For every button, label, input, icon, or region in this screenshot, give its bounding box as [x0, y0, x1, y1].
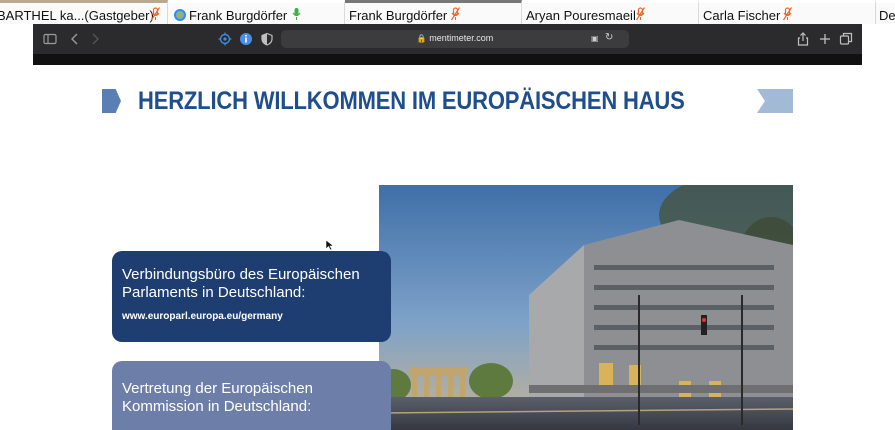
- participant-name: BARTHEL ka...(Gastgeber): [0, 8, 154, 23]
- browser-toolbar: 🔒 mentimeter.com ▣ ↻: [33, 24, 862, 54]
- info-card-title: Verbindungsbüro des Europäischen Parlame…: [122, 266, 360, 301]
- page-top-band: [33, 54, 862, 65]
- mic-muted-icon: [451, 7, 460, 21]
- participant-tile[interactable]: De: [876, 0, 895, 24]
- shield-icon[interactable]: [260, 32, 274, 46]
- new-tab-icon[interactable]: [818, 32, 832, 46]
- participant-tile[interactable]: Aryan Pouresmaeil: [522, 0, 699, 24]
- participant-tile[interactable]: Frank Burgdörfer: [168, 0, 345, 24]
- participant-name: Aryan Pouresmaeil: [526, 8, 636, 23]
- tabs-overview-icon[interactable]: [839, 32, 853, 46]
- title-arrow-left: [102, 89, 121, 113]
- sidebar-toggle-icon[interactable]: [43, 32, 57, 46]
- participant-name: Carla Fischer: [703, 8, 781, 23]
- forward-icon[interactable]: [88, 32, 102, 46]
- back-icon[interactable]: [68, 32, 82, 46]
- address-bar[interactable]: 🔒 mentimeter.com ▣ ↻: [281, 30, 629, 48]
- participant-name: Frank Burgdörfer: [349, 8, 448, 23]
- slide-title: HERZLICH WILLKOMMEN IM EUROPÄISCHEN HAUS: [138, 87, 685, 115]
- participant-name: Frank Burgdörfer: [189, 8, 288, 23]
- mic-muted-icon: [636, 7, 645, 21]
- info-card-title: Vertretung der Europäischen Kommission i…: [122, 380, 313, 415]
- mic-muted-icon: [783, 7, 792, 21]
- translate-icon[interactable]: ▣: [591, 34, 599, 43]
- lock-icon: 🔒: [416, 34, 427, 43]
- zoom-avatar-icon: [174, 9, 186, 21]
- participant-tile[interactable]: Carla Fischer: [699, 0, 876, 24]
- target-icon[interactable]: [218, 32, 232, 46]
- info-icon[interactable]: [239, 32, 253, 46]
- title-arrow-right: [757, 89, 793, 113]
- url-label: mentimeter.com: [429, 33, 494, 43]
- building-photo: [379, 185, 793, 430]
- mouse-cursor-icon: [325, 239, 335, 251]
- mic-muted-icon: [151, 7, 160, 21]
- participant-tile[interactable]: Frank Burgdörfer: [345, 0, 522, 24]
- info-card-parliament: Verbindungsbüro des Europäischen Parlame…: [112, 251, 391, 342]
- info-card-commission: Vertretung der Europäischen Kommission i…: [112, 361, 391, 430]
- participant-strip: BARTHEL ka...(Gastgeber) Frank Burgdörfe…: [0, 0, 895, 24]
- reload-icon[interactable]: ↻: [605, 32, 613, 43]
- mic-active-icon: [292, 7, 301, 21]
- presentation-slide: HERZLICH WILLKOMMEN IM EUROPÄISCHEN HAUS: [33, 65, 862, 430]
- share-icon[interactable]: [796, 32, 810, 46]
- url-text: 🔒 mentimeter.com: [281, 33, 629, 43]
- browser-window: 🔒 mentimeter.com ▣ ↻ HERZLICH WILLKOMMEN…: [33, 24, 862, 430]
- participant-tile[interactable]: BARTHEL ka...(Gastgeber): [0, 0, 168, 24]
- participant-name: De: [879, 8, 895, 23]
- parliament-link[interactable]: www.europarl.europa.eu/germany: [122, 311, 391, 322]
